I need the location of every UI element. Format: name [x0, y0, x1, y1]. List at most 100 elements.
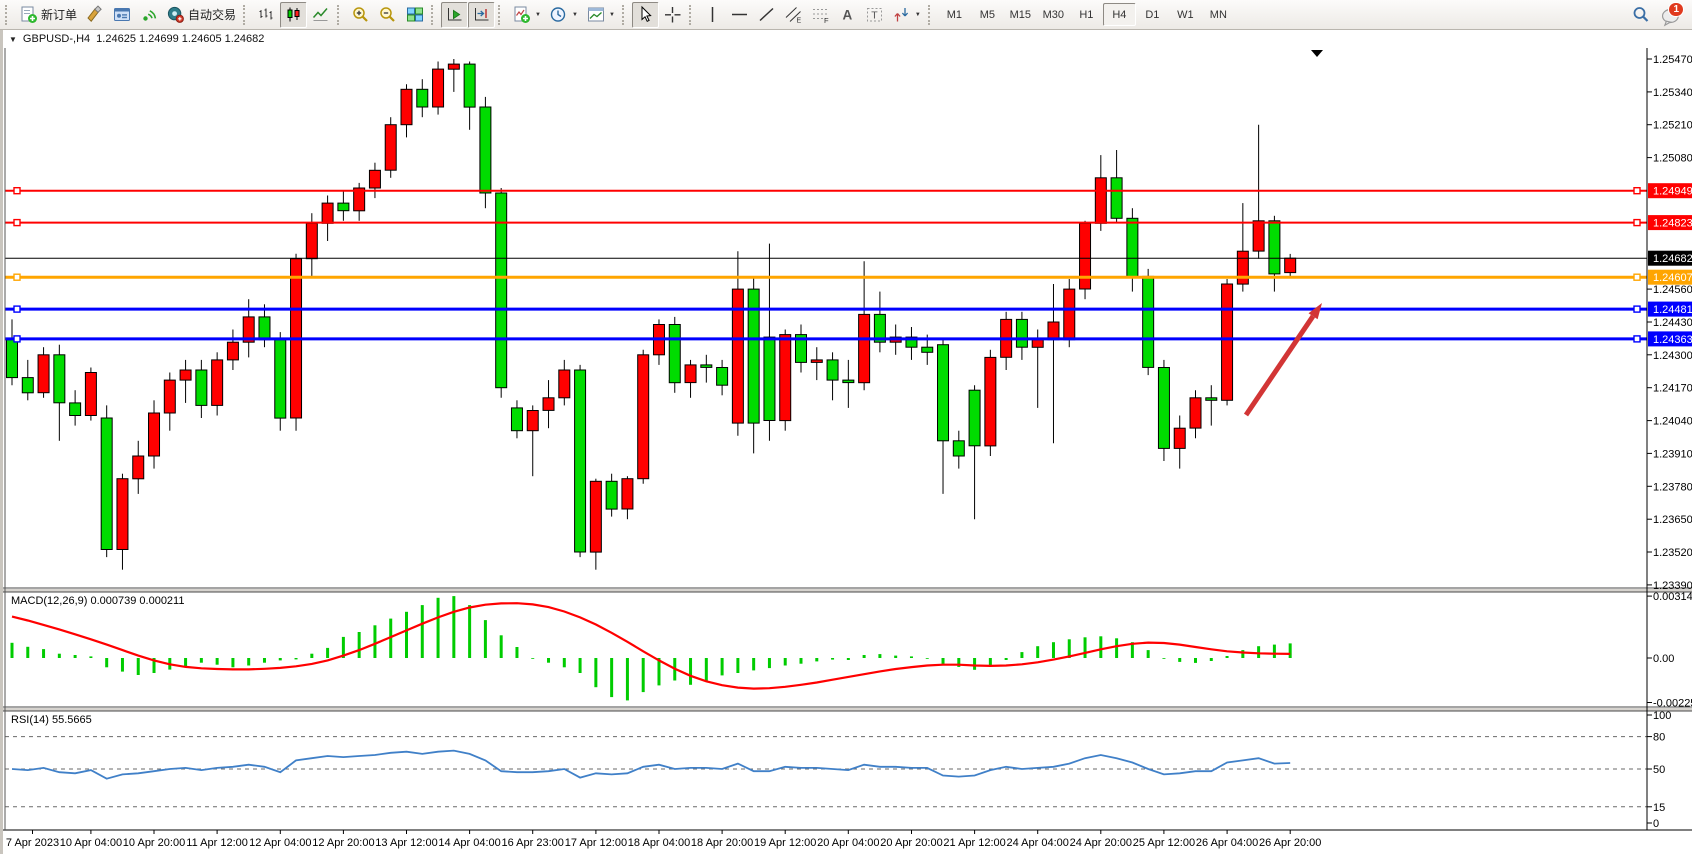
profiles-button[interactable] — [108, 2, 135, 28]
auto-scroll-button[interactable] — [441, 2, 468, 28]
equidistant-channel-button[interactable]: E — [780, 2, 807, 28]
line-handle[interactable] — [1634, 306, 1640, 312]
timeframe-d1-button[interactable]: D1 — [1136, 3, 1169, 26]
timeframe-w1-button[interactable]: W1 — [1169, 3, 1202, 26]
line-handle[interactable] — [1634, 274, 1640, 280]
signals-icon — [139, 5, 158, 24]
line-handle[interactable] — [14, 274, 20, 280]
line-handle[interactable] — [1634, 336, 1640, 342]
line-chart-icon — [311, 5, 330, 24]
arrows-button[interactable]: ▼ — [888, 2, 925, 28]
svg-text:26 Apr 20:00: 26 Apr 20:00 — [1259, 837, 1321, 849]
collapse-icon[interactable]: ▼ — [9, 35, 17, 44]
toolbar-grip — [337, 5, 344, 25]
text-button[interactable]: A — [834, 2, 861, 28]
horizontal-line-button[interactable] — [726, 2, 753, 28]
svg-text:1.25080: 1.25080 — [1653, 153, 1692, 165]
dropdown-caret-icon: ▼ — [572, 12, 578, 18]
crosshair-button[interactable] — [659, 2, 686, 28]
timeframe-m15-button[interactable]: M15 — [1004, 3, 1037, 26]
search-button[interactable] — [1627, 2, 1654, 28]
toolbar-grip — [689, 5, 696, 25]
candlestick-chart-button[interactable] — [280, 2, 307, 28]
timeframe-m5-button[interactable]: M5 — [971, 3, 1004, 26]
line-handle[interactable] — [1634, 188, 1640, 194]
bar-chart-button[interactable] — [253, 2, 280, 28]
chart-window: ▼ GBPUSD-,H4 1.24625 1.24699 1.24605 1.2… — [0, 30, 1692, 854]
vertical-line-button[interactable] — [699, 2, 726, 28]
tile-windows-icon — [405, 5, 424, 24]
price-tag: 1.24481 — [1648, 302, 1692, 317]
text-icon: A — [838, 5, 857, 24]
timeframe-m1-button[interactable]: M1 — [938, 3, 971, 26]
svg-text:25 Apr 12:00: 25 Apr 12:00 — [1133, 837, 1195, 849]
line-handle[interactable] — [14, 336, 20, 342]
toolbar-grip — [622, 5, 629, 25]
templates-icon — [586, 5, 605, 24]
svg-text:15: 15 — [1653, 802, 1665, 814]
new-order-button[interactable]: 新订单 — [15, 2, 81, 28]
toolbar-grip — [928, 5, 935, 25]
svg-text:1.23780: 1.23780 — [1653, 481, 1692, 493]
svg-text:1.24300: 1.24300 — [1653, 350, 1692, 362]
line-handle[interactable] — [1634, 220, 1640, 226]
svg-text:1.23650: 1.23650 — [1653, 514, 1692, 526]
trendline-button[interactable] — [753, 2, 780, 28]
chart-shift-button[interactable] — [468, 2, 495, 28]
chart-ohlc-values: 1.24625 1.24699 1.24605 1.24682 — [96, 33, 264, 45]
fibonacci-icon: F — [811, 5, 830, 24]
timeframe-h1-button[interactable]: H1 — [1070, 3, 1103, 26]
auto-trading-button[interactable]: 自动交易 — [162, 2, 240, 28]
auto-trading-button-label: 自动交易 — [188, 6, 236, 23]
timeframe-mn-button[interactable]: MN — [1202, 3, 1235, 26]
svg-text:1.23910: 1.23910 — [1653, 448, 1692, 460]
templates-button[interactable]: ▼ — [582, 2, 619, 28]
svg-text:T: T — [871, 10, 878, 22]
text-label-button[interactable]: T — [861, 2, 888, 28]
text-label-icon: T — [865, 5, 884, 24]
svg-text:17 Apr 12:00: 17 Apr 12:00 — [565, 837, 627, 849]
cursor-button[interactable] — [632, 2, 659, 28]
svg-text:19 Apr 12:00: 19 Apr 12:00 — [754, 837, 816, 849]
timeframe-m30-button[interactable]: M30 — [1037, 3, 1070, 26]
line-handle[interactable] — [14, 188, 20, 194]
svg-text:100: 100 — [1653, 710, 1671, 722]
rsi-label: RSI(14) 55.5665 — [11, 714, 92, 726]
line-handle[interactable] — [14, 306, 20, 312]
candlestick-chart-icon — [284, 5, 303, 24]
svg-text:0: 0 — [1653, 818, 1659, 830]
tile-windows-button[interactable] — [401, 2, 428, 28]
toolbar-grip — [5, 5, 12, 25]
styler-button[interactable] — [81, 2, 108, 28]
timeframe-h4-button[interactable]: H4 — [1103, 3, 1136, 26]
toolbar-grip — [498, 5, 505, 25]
periods-icon — [549, 5, 568, 24]
svg-text:24 Apr 04:00: 24 Apr 04:00 — [1007, 837, 1069, 849]
zoom-in-button[interactable] — [347, 2, 374, 28]
svg-text:18 Apr 20:00: 18 Apr 20:00 — [691, 837, 753, 849]
svg-text:0.00: 0.00 — [1653, 653, 1674, 665]
indicators-button[interactable]: ▼ — [508, 2, 545, 28]
svg-text:1.25470: 1.25470 — [1653, 54, 1692, 66]
line-handle[interactable] — [14, 220, 20, 226]
line-chart-button[interactable] — [307, 2, 334, 28]
svg-text:1.24170: 1.24170 — [1653, 383, 1692, 395]
svg-text:F: F — [824, 16, 829, 24]
dropdown-caret-icon: ▼ — [535, 12, 541, 18]
svg-text:24 Apr 20:00: 24 Apr 20:00 — [1070, 837, 1132, 849]
periods-button[interactable]: ▼ — [545, 2, 582, 28]
trendline-icon — [757, 5, 776, 24]
bar-chart-icon — [257, 5, 276, 24]
fibonacci-button[interactable]: F — [807, 2, 834, 28]
arrows-icon — [892, 5, 911, 24]
zoom-out-button[interactable] — [374, 2, 401, 28]
new-order-icon — [19, 5, 38, 24]
chart-canvas[interactable]: MACD(12,26,9) 0.000739 0.000211RSI(14) 5… — [3, 48, 1692, 854]
notifications-button[interactable]: 1 — [1660, 5, 1682, 25]
svg-text:1.24823: 1.24823 — [1653, 218, 1692, 230]
svg-text:80: 80 — [1653, 732, 1665, 744]
signals-button[interactable] — [135, 2, 162, 28]
svg-text:1.24682: 1.24682 — [1653, 253, 1692, 265]
svg-text:A: A — [842, 8, 852, 23]
chart-background — [3, 48, 1692, 854]
